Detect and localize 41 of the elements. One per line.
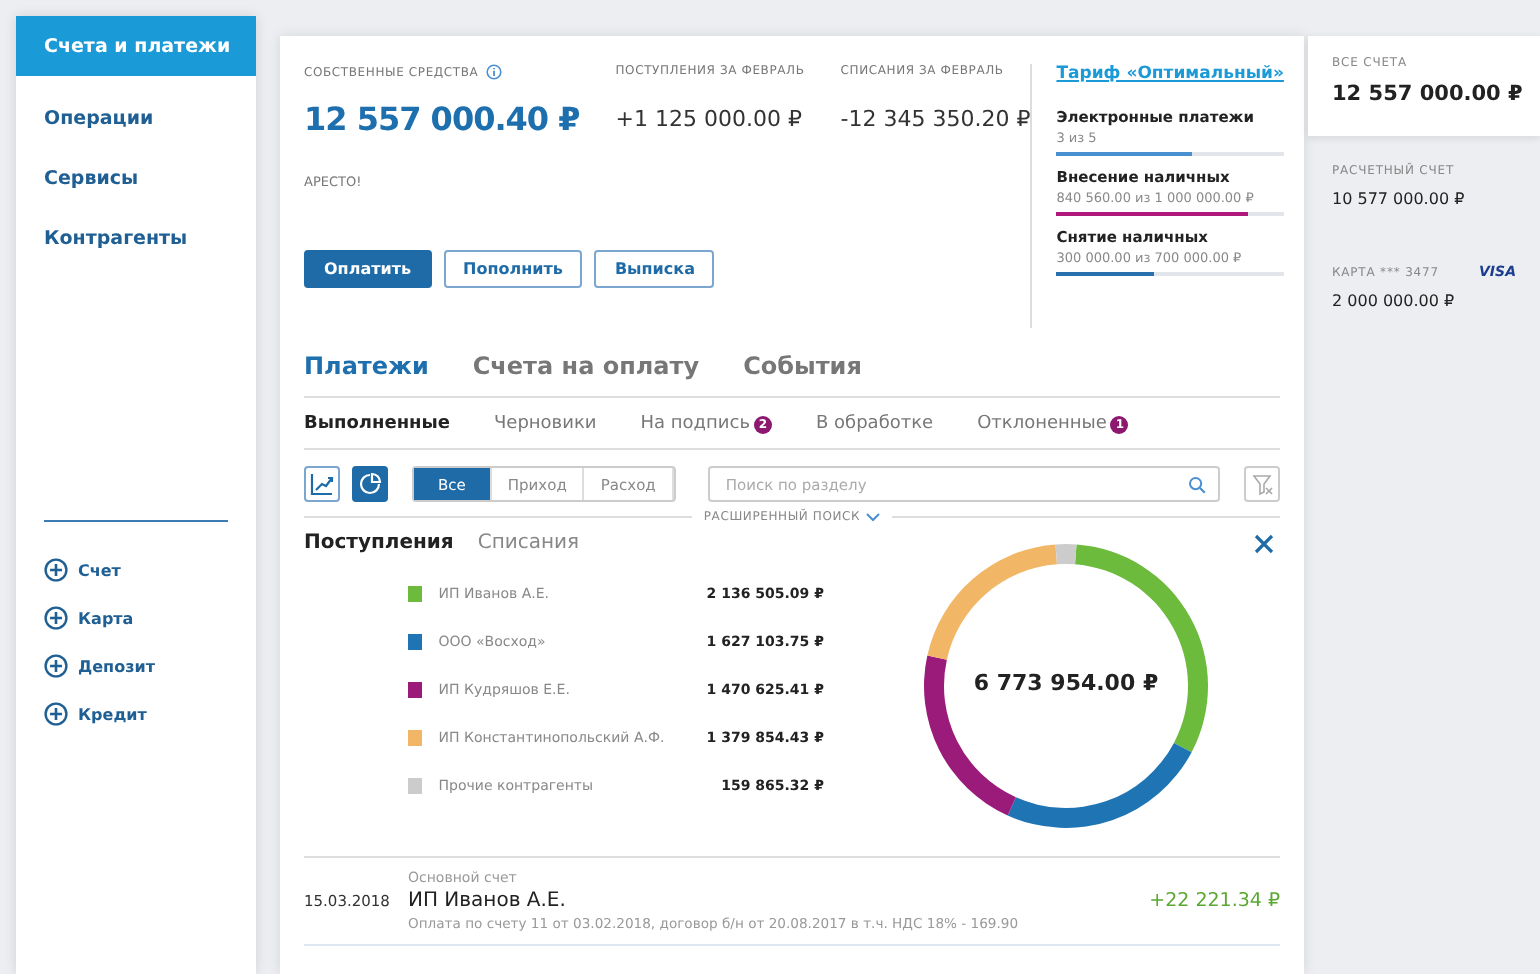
search-icon (1187, 475, 1206, 493)
flow-tab[interactable]: Списания (477, 532, 580, 554)
add-link[interactable]: Кредит (78, 705, 147, 723)
action-button[interactable]: Пополнить (443, 250, 583, 288)
subtab[interactable]: Отклоненные (977, 414, 1107, 434)
tab[interactable]: Счета на оплату (472, 352, 700, 380)
nav-item[interactable]: Сервисы (16, 148, 256, 208)
add-link[interactable]: Счет (78, 561, 121, 579)
trend-chart-button[interactable] (304, 466, 340, 502)
add-link[interactable]: Депозит (78, 657, 155, 675)
subtab[interactable]: Выполненные (304, 414, 450, 434)
transaction-amount: +22 221.34 ₽ (1149, 890, 1280, 912)
info-icon (486, 64, 503, 80)
donut-total: 6 773 954.00 ₽ (971, 670, 1161, 696)
add-link[interactable]: Карта (78, 609, 134, 627)
chevron-down-icon (866, 512, 881, 522)
nav-item[interactable]: Счета и платежи (16, 16, 256, 76)
balance-value: 12 557 000.40 ₽ (304, 100, 580, 138)
action-button[interactable]: Выписка (594, 250, 715, 288)
account-balance: 10 577 000.00 ₽ (1332, 190, 1467, 208)
subtab[interactable]: На подпись (640, 414, 750, 434)
counterparty-name: ИП Иванов А.Е. (408, 890, 568, 912)
tariff-link[interactable]: Тариф «Оптимальный» (1056, 64, 1284, 84)
close-button[interactable] (1252, 532, 1276, 556)
plus-icon[interactable] (44, 702, 68, 726)
tab[interactable]: События (743, 352, 862, 380)
action-button[interactable]: Оплатить (304, 250, 432, 288)
income-value: +1 125 000.00 ₽ (615, 106, 804, 132)
tab[interactable]: Платежи (304, 352, 429, 380)
filter-clear-icon (1251, 473, 1273, 495)
plus-icon[interactable] (44, 654, 68, 678)
pie-chart-button[interactable] (352, 466, 388, 502)
subtab[interactable]: В обработке (816, 414, 934, 434)
plus-icon[interactable] (44, 558, 68, 582)
flow-tab[interactable]: Поступления (304, 532, 454, 554)
nav-item[interactable]: Операции (16, 88, 256, 148)
plus-icon[interactable] (44, 606, 68, 630)
outcome-value: -12 345 350.20 ₽ (840, 106, 1031, 132)
account-balance: 2 000 000.00 ₽ (1332, 292, 1457, 310)
subtab[interactable]: Черновики (494, 414, 597, 434)
nav-item[interactable]: Контрагенты (16, 208, 256, 268)
